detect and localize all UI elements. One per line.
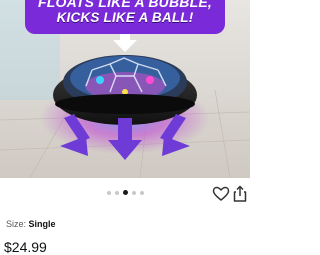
heart-icon	[212, 186, 230, 201]
product-image[interactable]: FLOATS LIKE A BUBBLE, KICKS LIKE A BALL!	[0, 0, 250, 178]
size-label: Size:	[6, 219, 29, 229]
pagination-dot[interactable]	[114, 190, 119, 195]
promo-banner: FLOATS LIKE A BUBBLE, KICKS LIKE A BALL!	[25, 0, 225, 34]
favorite-button[interactable]	[211, 184, 231, 204]
size-selector[interactable]: Size: Single	[6, 219, 56, 229]
pagination-dot[interactable]	[131, 190, 136, 195]
pagination-dot-active[interactable]	[122, 190, 128, 195]
pagination-dot[interactable]	[106, 190, 111, 195]
share-icon	[233, 185, 247, 202]
pagination-dot[interactable]	[139, 190, 144, 195]
price: $24.99	[4, 239, 47, 255]
banner-line-2: KICKS LIKE A BALL!	[56, 10, 194, 25]
banner-line-1: FLOATS LIKE A BUBBLE,	[37, 0, 212, 10]
size-value: Single	[28, 219, 56, 229]
share-button[interactable]	[230, 184, 250, 204]
